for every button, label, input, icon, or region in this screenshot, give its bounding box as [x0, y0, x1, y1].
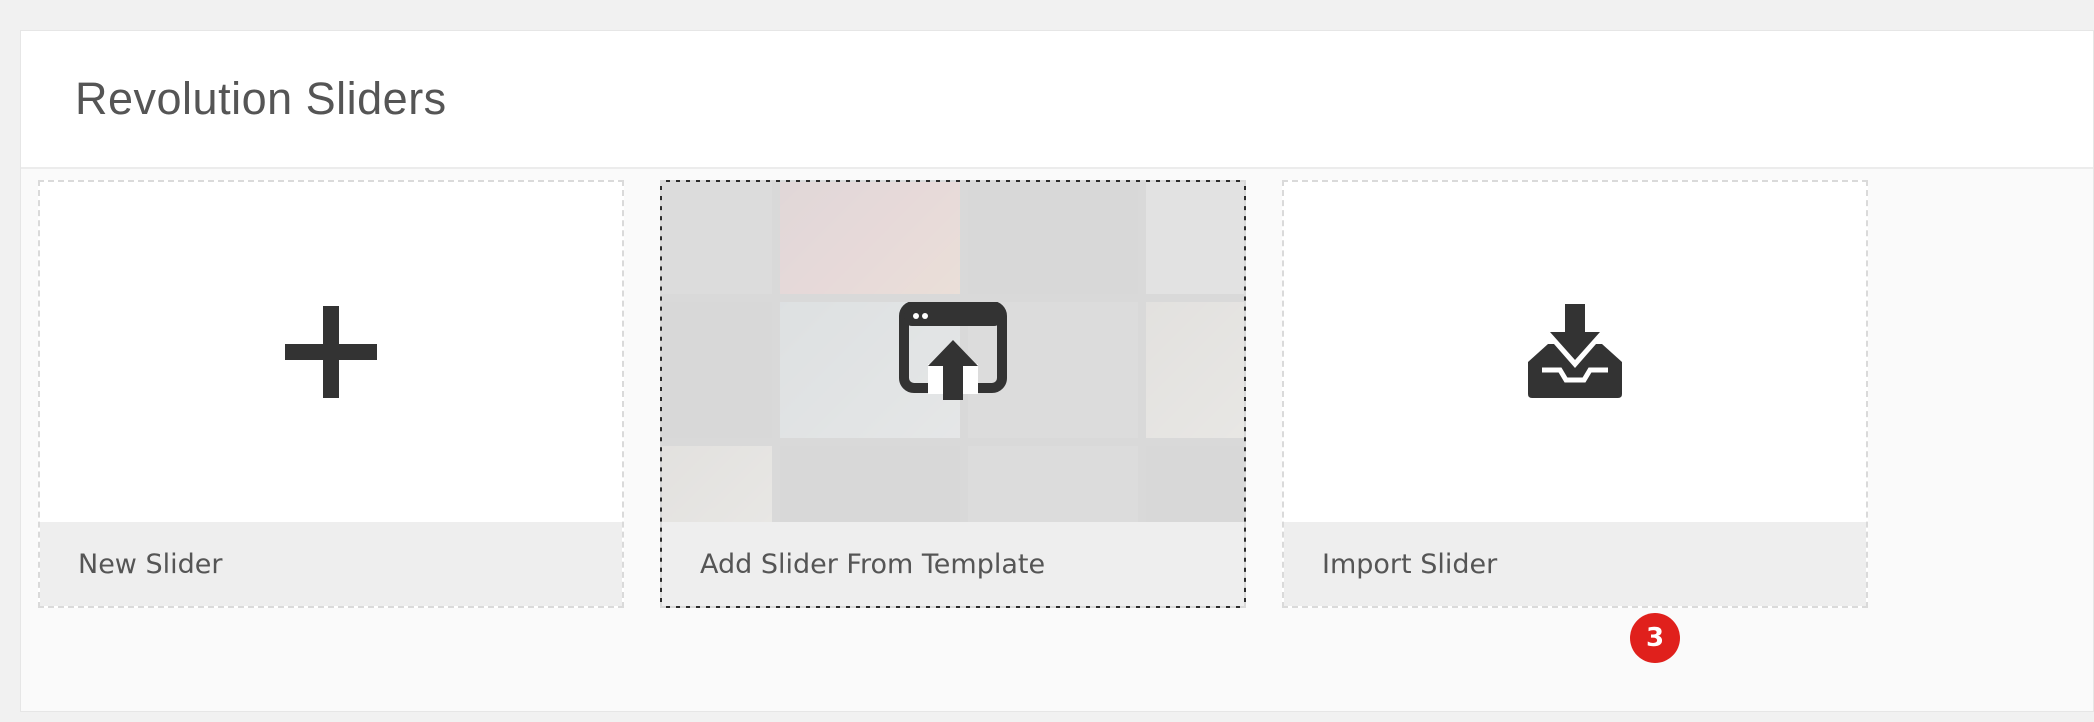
add-slider-from-template-card[interactable]: Add Slider From Template	[660, 180, 1246, 608]
new-slider-visual	[40, 182, 622, 522]
panel-header: Revolution Sliders	[21, 31, 2093, 169]
tray-download-icon	[1520, 304, 1630, 400]
page-title: Revolution Sliders	[75, 73, 447, 124]
template-footer: Add Slider From Template	[662, 522, 1244, 606]
new-slider-footer: New Slider	[40, 522, 622, 606]
add-slider-from-template-label: Add Slider From Template	[700, 548, 1046, 580]
import-slider-label: Import Slider	[1322, 548, 1498, 580]
browser-upload-icon	[898, 302, 1008, 402]
new-slider-label: New Slider	[78, 548, 223, 580]
annotation-badge: 3	[1630, 613, 1680, 663]
template-visual	[662, 182, 1244, 522]
import-slider-card[interactable]: Import Slider	[1282, 180, 1868, 608]
import-slider-footer: Import Slider	[1284, 522, 1866, 606]
import-slider-visual	[1284, 182, 1866, 522]
new-slider-card[interactable]: New Slider	[38, 180, 624, 608]
plus-icon	[285, 306, 377, 398]
